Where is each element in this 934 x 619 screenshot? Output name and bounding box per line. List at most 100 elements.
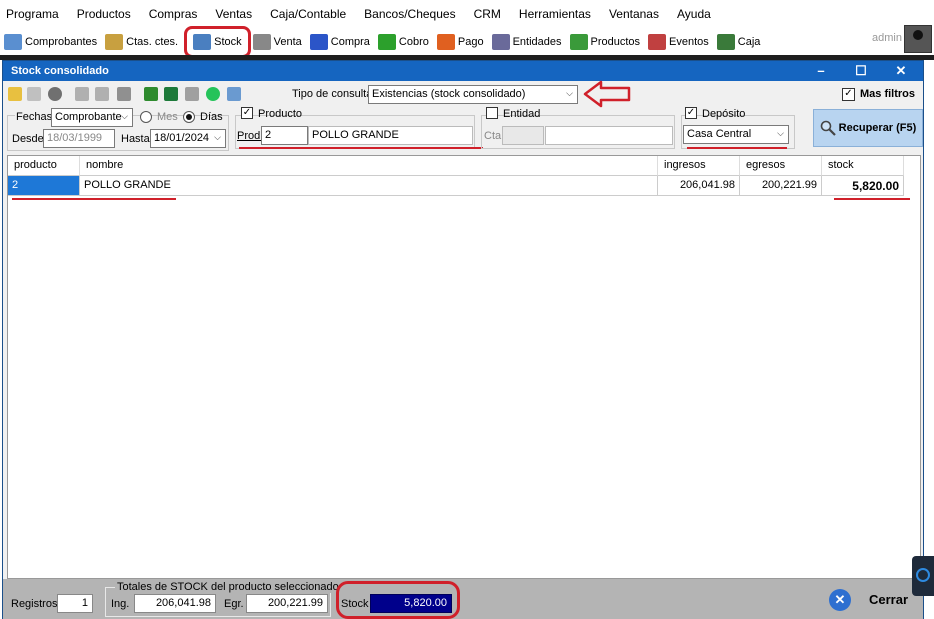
chevron-down-icon: ⌵ <box>566 88 573 98</box>
deposito-checkbox[interactable]: ✓ <box>685 107 697 119</box>
cell-stock[interactable]: 5,820.00 <box>822 176 904 196</box>
menu-crm[interactable]: CRM <box>474 7 501 21</box>
toolbar-venta-button[interactable]: Venta <box>251 29 308 55</box>
registros-field: 1 <box>57 594 93 613</box>
toolbar-cobro-button[interactable]: Cobro <box>376 29 435 55</box>
clipboard-icon[interactable] <box>227 87 241 101</box>
copy-icon[interactable] <box>185 87 199 101</box>
dias-label: Días <box>200 111 223 123</box>
recuperar-button[interactable]: Recuperar (F5) <box>813 109 923 147</box>
close-circle-icon[interactable]: ✕ <box>829 589 851 611</box>
edit-icon[interactable] <box>27 87 41 101</box>
menu-bancos-cheques[interactable]: Bancos/Cheques <box>364 7 455 21</box>
menu-bar: Programa Productos Compras Ventas Caja/C… <box>0 0 934 28</box>
entidad-checkbox[interactable] <box>486 107 498 119</box>
cart-icon <box>309 34 328 50</box>
cell-ingresos[interactable]: 206,041.98 <box>658 176 740 196</box>
hasta-field[interactable]: 18/01/2024 ⌵ <box>150 129 226 148</box>
excel-icon[interactable] <box>164 87 178 101</box>
maximize-button[interactable]: ☐ <box>841 61 881 81</box>
toolbar-comprobantes-button[interactable]: Comprobantes <box>2 29 103 55</box>
menu-programa[interactable]: Programa <box>6 7 59 21</box>
toolbar-caja-label: Caja <box>737 36 761 48</box>
col-nombre[interactable]: nombre <box>80 156 658 176</box>
col-stock[interactable]: stock <box>822 156 904 176</box>
side-tab-handle[interactable] <box>912 556 934 596</box>
prod-label: Prod. <box>237 130 264 142</box>
cta-name-field <box>545 126 673 145</box>
hasta-value: 18/01/2024 <box>154 132 210 144</box>
books-icon <box>105 34 124 50</box>
toolbar-ctas-ctes-button[interactable]: Ctas. ctes. <box>103 29 184 55</box>
whatsapp-icon[interactable] <box>206 87 220 101</box>
menu-ventas[interactable]: Ventas <box>215 7 252 21</box>
menu-productos[interactable]: Productos <box>77 7 131 21</box>
print-icon[interactable] <box>75 87 89 101</box>
stock-underline-annotation <box>834 198 910 200</box>
toolbar-compra-label: Compra <box>330 36 370 48</box>
menu-ayuda[interactable]: Ayuda <box>677 7 711 21</box>
close-button[interactable]: ✕ <box>881 61 921 81</box>
deposito-label: Depósito <box>702 108 746 120</box>
ing-label: Ing. <box>111 598 130 610</box>
desde-value: 18/03/1999 <box>47 132 103 144</box>
egr-field: 200,221.99 <box>246 594 328 613</box>
chevron-down-icon: ⌵ <box>121 111 128 121</box>
egr-value: 200,221.99 <box>267 597 323 609</box>
cta-label: Cta <box>484 130 502 142</box>
menu-herramientas[interactable]: Herramientas <box>519 7 591 21</box>
cell-producto[interactable]: 2 <box>8 176 80 196</box>
settings-icon[interactable] <box>48 87 62 101</box>
export-icon[interactable] <box>144 87 158 101</box>
minimize-button[interactable]: – <box>801 61 841 81</box>
prod-name-field: POLLO GRANDE <box>308 126 473 145</box>
toolbar-caja-button[interactable]: Caja <box>715 29 767 55</box>
toolbar-entidades-label: Entidades <box>512 36 562 48</box>
toolbar-entidades-button[interactable]: Entidades <box>490 29 568 55</box>
printer-menu-icon[interactable] <box>117 87 131 101</box>
toolbar-eventos-button[interactable]: Eventos <box>646 29 715 55</box>
deposito-value: Casa Central <box>687 128 752 140</box>
col-ingresos[interactable]: ingresos <box>658 156 740 176</box>
mas-filtros-checkbox[interactable]: ✓ <box>842 88 855 101</box>
document-icon <box>4 34 22 50</box>
toolbar-stock-button[interactable]: Stock <box>184 26 251 58</box>
box-icon <box>569 34 588 50</box>
menu-ventanas[interactable]: Ventanas <box>609 7 659 21</box>
user-name: admin <box>872 32 902 44</box>
totales-label: Totales de STOCK del producto selecciona… <box>115 581 341 593</box>
menu-compras[interactable]: Compras <box>149 7 198 21</box>
prod-name-value: POLLO GRANDE <box>312 129 399 141</box>
col-producto[interactable]: producto <box>8 156 80 176</box>
producto-checkbox[interactable]: ✓ <box>241 107 253 119</box>
toolbar-compra-button[interactable]: Compra <box>308 29 376 55</box>
dias-radio[interactable] <box>183 111 195 123</box>
menu-caja-contable[interactable]: Caja/Contable <box>270 7 346 21</box>
cell-nombre[interactable]: POLLO GRANDE <box>80 176 658 196</box>
mes-radio[interactable] <box>140 111 152 123</box>
toolbar-pago-button[interactable]: Pago <box>435 29 490 55</box>
stock-table: producto nombre ingresos egresos stock 2… <box>7 155 921 579</box>
window-title: Stock consolidado <box>11 65 109 77</box>
col-egresos[interactable]: egresos <box>740 156 822 176</box>
cerrar-button[interactable]: Cerrar <box>869 592 908 607</box>
registros-label: Registros <box>11 598 58 610</box>
window-titlebar: Stock consolidado – ☐ ✕ <box>3 61 923 81</box>
prod-code-field[interactable]: 2 <box>261 126 308 145</box>
fechas-select[interactable]: Comprobante ⌵ <box>51 108 133 127</box>
table-row[interactable]: 2 POLLO GRANDE 206,041.98 200,221.99 5,8… <box>8 176 908 196</box>
main-toolbar: Comprobantes Ctas. ctes. Stock Venta Com… <box>0 26 934 58</box>
print-preview-icon[interactable] <box>95 87 109 101</box>
hasta-label: Hasta <box>121 133 150 145</box>
deposito-select[interactable]: Casa Central ⌵ <box>683 125 789 144</box>
new-icon[interactable] <box>8 87 22 101</box>
footer-bar: Registros 1 Totales de STOCK del product… <box>3 579 923 619</box>
tipo-consulta-select[interactable]: Existencias (stock consolidado) ⌵ <box>368 85 578 104</box>
toolbar-productos-button[interactable]: Productos <box>568 29 647 55</box>
avatar[interactable] <box>904 25 932 53</box>
deposito-underline-annotation <box>687 147 787 149</box>
desde-field[interactable]: 18/03/1999 <box>43 129 115 148</box>
cta-code-field[interactable] <box>502 126 544 145</box>
stock-total-highlight-annotation <box>336 581 460 619</box>
cell-egresos[interactable]: 200,221.99 <box>740 176 822 196</box>
